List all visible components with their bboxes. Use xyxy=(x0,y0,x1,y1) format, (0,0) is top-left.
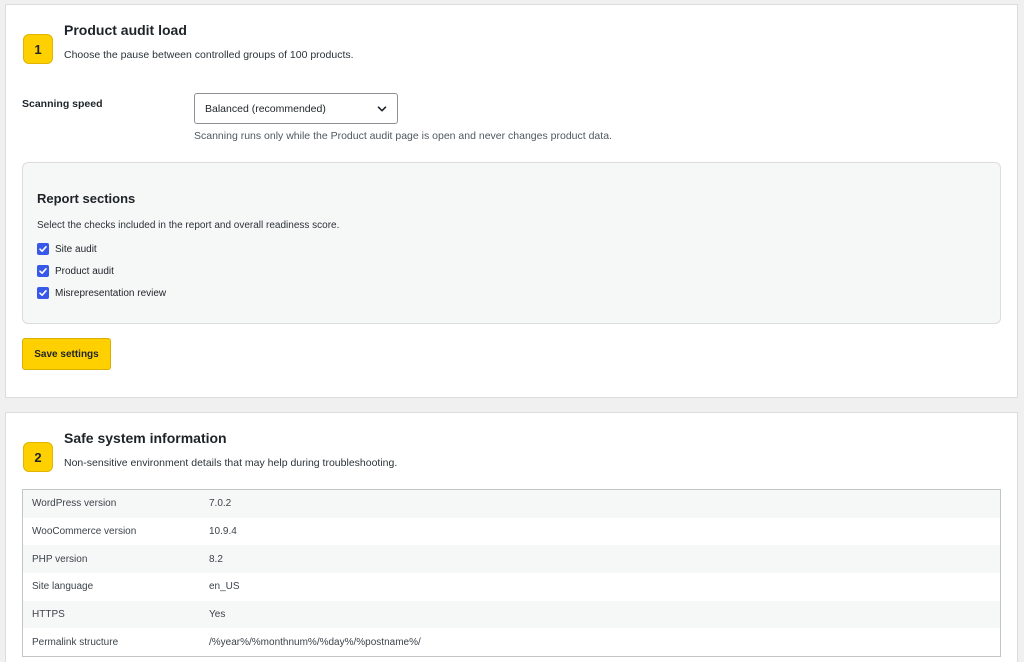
audit-load-title: Product audit load xyxy=(64,22,187,38)
info-value: en_US xyxy=(209,581,240,593)
product-audit-label: Product audit xyxy=(55,265,114,277)
product-audit-option[interactable]: Product audit xyxy=(37,265,114,277)
info-value: 10.9.4 xyxy=(209,526,237,538)
system-info-description: Non-sensitive environment details that m… xyxy=(64,457,398,469)
scanning-speed-help: Scanning runs only while the Product aud… xyxy=(194,130,612,142)
table-row: HTTPS Yes xyxy=(23,600,1000,629)
report-sections-panel: Report sections Select the checks includ… xyxy=(22,162,1001,324)
system-info-title: Safe system information xyxy=(64,430,227,446)
info-key: HTTPS xyxy=(32,609,65,621)
scanning-speed-select[interactable]: Balanced (recommended) xyxy=(194,93,398,124)
misrepresentation-review-label: Misrepresentation review xyxy=(55,287,167,299)
info-key: WooCommerce version xyxy=(32,526,137,538)
scanning-speed-value: Balanced (recommended) xyxy=(205,102,326,115)
checkmark-icon xyxy=(39,268,47,274)
info-key: PHP version xyxy=(32,553,88,565)
misrepresentation-review-checkbox[interactable] xyxy=(37,287,49,299)
checkmark-icon xyxy=(39,290,47,296)
info-key: Permalink structure xyxy=(32,636,119,648)
info-value: Yes xyxy=(209,609,226,621)
table-row: Site language en_US xyxy=(23,573,1000,601)
table-row: Permalink structure /%year%/%monthnum%/%… xyxy=(23,628,1000,657)
info-key: WordPress version xyxy=(32,498,117,510)
info-value: /%year%/%monthnum%/%day%/%postname%/ xyxy=(209,636,421,648)
table-row: WooCommerce version 10.9.4 xyxy=(23,517,1000,546)
scanning-speed-label: Scanning speed xyxy=(22,98,103,110)
checkmark-icon xyxy=(39,246,47,252)
report-sections-title: Report sections xyxy=(37,191,136,206)
table-row: PHP version 8.2 xyxy=(23,545,1000,574)
site-audit-option[interactable]: Site audit xyxy=(37,243,97,255)
misrepresentation-review-option[interactable]: Misrepresentation review xyxy=(37,287,166,299)
info-value: 7.0.2 xyxy=(209,498,232,510)
system-info-card: 2 Safe system information Non-sensitive … xyxy=(5,412,1018,662)
product-audit-checkbox[interactable] xyxy=(37,265,49,277)
info-value: 8.2 xyxy=(209,553,223,565)
audit-load-card: 1 Product audit load Choose the pause be… xyxy=(5,4,1018,398)
site-audit-checkbox[interactable] xyxy=(37,243,49,255)
step-badge-1: 1 xyxy=(23,34,53,64)
audit-load-description: Choose the pause between controlled grou… xyxy=(64,49,354,61)
site-audit-label: Site audit xyxy=(55,243,97,255)
system-info-table: WordPress version 7.0.2 WooCommerce vers… xyxy=(22,489,1001,658)
report-sections-description: Select the checks included in the report… xyxy=(37,220,340,231)
chevron-down-icon xyxy=(377,106,387,112)
table-row: WordPress version 7.0.2 xyxy=(23,490,1000,518)
step-badge-2: 2 xyxy=(23,442,53,472)
save-settings-button[interactable]: Save settings xyxy=(22,338,111,370)
info-key: Site language xyxy=(32,581,94,593)
